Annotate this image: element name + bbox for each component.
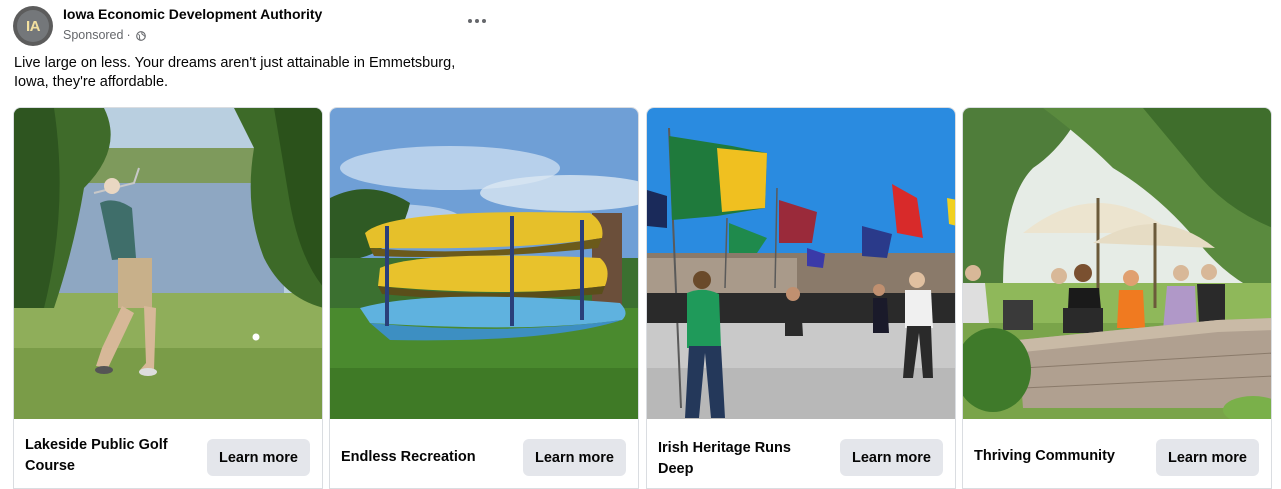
avatar-initials: IA xyxy=(17,10,49,42)
sponsored-label[interactable]: Sponsored xyxy=(63,28,123,42)
learn-more-button[interactable]: Learn more xyxy=(840,439,943,476)
card-footer: Endless Recreation Learn more xyxy=(330,419,638,488)
carousel-card[interactable]: Lakeside Public Golf Course Learn more xyxy=(13,107,323,489)
more-options-icon[interactable] xyxy=(466,12,488,30)
patio-gathering-photo[interactable] xyxy=(963,108,1271,419)
avatar[interactable]: IA xyxy=(13,6,53,46)
carousel-card[interactable]: Irish Heritage Runs Deep Learn more xyxy=(646,107,956,489)
card-footer: Lakeside Public Golf Course Learn more xyxy=(14,419,322,488)
post-text: Live large on less. Your dreams aren't j… xyxy=(14,55,456,90)
post-header: IA Iowa Economic Development Authority S… xyxy=(13,4,493,48)
card-title[interactable]: Irish Heritage Runs Deep xyxy=(658,438,828,480)
card-title[interactable]: Endless Recreation xyxy=(341,447,511,468)
post-meta: Sponsored · xyxy=(63,28,146,42)
card-title[interactable]: Lakeside Public Golf Course xyxy=(25,435,195,477)
learn-more-button[interactable]: Learn more xyxy=(207,439,310,476)
golfer-by-lake-photo[interactable] xyxy=(14,108,322,419)
stacked-kayaks-photo[interactable] xyxy=(330,108,638,419)
learn-more-button[interactable]: Learn more xyxy=(523,439,626,476)
carousel-card[interactable]: Endless Recreation Learn more xyxy=(329,107,639,489)
page-name[interactable]: Iowa Economic Development Authority xyxy=(63,6,322,22)
carousel-card[interactable]: Thriving Community Learn more xyxy=(962,107,1272,489)
meta-separator: · xyxy=(126,28,131,42)
globe-icon[interactable] xyxy=(135,30,146,41)
card-title[interactable]: Thriving Community xyxy=(974,446,1144,467)
flag-parade-photo[interactable] xyxy=(647,108,955,419)
card-footer: Thriving Community Learn more xyxy=(963,419,1271,488)
card-footer: Irish Heritage Runs Deep Learn more xyxy=(647,419,955,488)
learn-more-button[interactable]: Learn more xyxy=(1156,439,1259,476)
